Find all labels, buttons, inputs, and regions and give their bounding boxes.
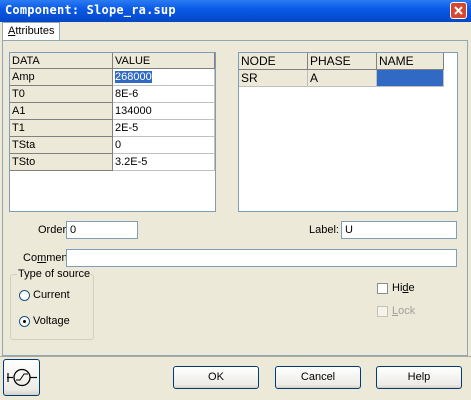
column-header-value[interactable]: VALUE <box>112 53 215 69</box>
table-row[interactable]: A1 134000 <box>10 102 215 120</box>
param-value-text: 2E-5 <box>115 122 139 134</box>
column-header-name[interactable]: NAME <box>376 53 444 70</box>
tab-label: Attributes <box>8 25 55 37</box>
param-name-cell[interactable]: TSto <box>10 153 113 171</box>
table-row[interactable]: T1 2E-5 <box>10 119 215 137</box>
radio-voltage-label[interactable]: Voltage <box>33 315 70 327</box>
table-row[interactable]: Amp 268000 <box>10 68 215 86</box>
hide-checkbox[interactable] <box>377 283 388 294</box>
tab-attributes[interactable]: Attributes <box>2 22 60 40</box>
param-value-cell[interactable]: 134000 <box>112 102 215 120</box>
param-value-cell[interactable]: 3.2E-5 <box>112 153 215 171</box>
help-button[interactable]: Help <box>376 366 462 389</box>
param-name-cell[interactable]: A1 <box>10 102 113 120</box>
param-value-text: 0 <box>115 139 122 151</box>
table-row[interactable]: TSta 0 <box>10 136 215 154</box>
comment-input[interactable] <box>66 249 457 267</box>
ok-button[interactable]: OK <box>173 366 259 389</box>
param-value-text: 268000 <box>115 71 152 83</box>
radio-current-label[interactable]: Current <box>33 289 70 301</box>
order-label: Order: <box>38 224 70 236</box>
label-field-label: Label: <box>309 224 339 236</box>
parameters-table[interactable]: DATA VALUE Amp 268000 T0 8E-6 A1 134000 T1 2E-5… <box>9 52 216 212</box>
param-value-text: 134000 <box>115 105 152 117</box>
hide-label[interactable]: Hide <box>392 282 415 294</box>
column-header-data[interactable]: DATA <box>10 53 113 69</box>
param-value-cell[interactable]: 268000 <box>112 68 215 86</box>
node-name-cell[interactable] <box>376 69 444 87</box>
window-title: Component: Slope_ra.sup <box>5 3 176 17</box>
bottom-separator <box>0 356 471 357</box>
param-name-cell[interactable]: T1 <box>10 119 113 137</box>
radio-voltage[interactable] <box>19 316 30 327</box>
lock-checkbox[interactable] <box>377 306 388 317</box>
radio-selected-dot <box>23 320 26 323</box>
node-phase-cell[interactable]: A <box>307 69 377 87</box>
voltage-source-icon <box>7 368 37 387</box>
radio-current[interactable] <box>19 290 30 301</box>
source-type-group: Type of source <box>10 268 94 340</box>
column-header-phase[interactable]: PHASE <box>307 53 377 70</box>
close-icon <box>454 6 463 15</box>
label-input[interactable] <box>341 221 457 239</box>
title-bar: Component: Slope_ra.sup <box>0 0 471 22</box>
lock-label: Lock <box>392 305 416 317</box>
cancel-button[interactable]: Cancel <box>275 366 361 389</box>
param-value-text: 3.2E-5 <box>115 156 148 168</box>
order-input[interactable] <box>66 221 138 239</box>
table-row[interactable]: SR A <box>239 69 444 87</box>
param-value-cell[interactable]: 0 <box>112 136 215 154</box>
param-name-cell[interactable]: T0 <box>10 85 113 103</box>
close-button[interactable] <box>450 2 467 19</box>
source-type-legend: Type of source <box>17 268 92 280</box>
table-row[interactable]: TSto 3.2E-5 <box>10 153 215 171</box>
nodes-table[interactable]: NODE PHASE NAME SR A <box>238 52 458 212</box>
table-row[interactable]: T0 8E-6 <box>10 85 215 103</box>
param-value-cell[interactable]: 2E-5 <box>112 119 215 137</box>
param-name-cell[interactable]: Amp <box>10 68 113 86</box>
component-icon-button[interactable] <box>3 359 40 396</box>
column-header-node[interactable]: NODE <box>239 53 308 70</box>
node-node-cell[interactable]: SR <box>239 69 308 87</box>
param-value-cell[interactable]: 8E-6 <box>112 85 215 103</box>
param-name-cell[interactable]: TSta <box>10 136 113 154</box>
param-value-text: 8E-6 <box>115 88 139 100</box>
